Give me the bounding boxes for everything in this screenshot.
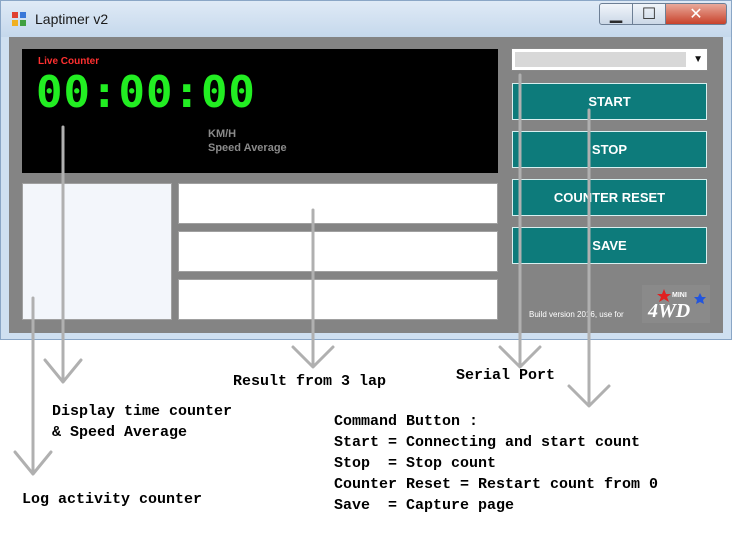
mini-4wd-logo: MINI 4WD <box>642 285 710 323</box>
close-button[interactable]: ✕ <box>665 3 727 25</box>
svg-text:MINI: MINI <box>672 292 687 299</box>
start-button[interactable]: START <box>512 83 707 120</box>
build-version-label: Build version 2016, use for <box>529 310 624 319</box>
window-title: Laptimer v2 <box>35 11 109 27</box>
stop-button[interactable]: STOP <box>512 131 707 168</box>
minimize-button[interactable]: ▁ <box>599 3 633 25</box>
close-icon: ✕ <box>689 4 703 23</box>
title-bar[interactable]: Laptimer v2 ▁ ☐ ✕ <box>1 1 731 37</box>
serial-port-value <box>515 52 686 67</box>
display-panel: Live Counter 00:00:00 KM/H Speed Average <box>22 49 498 173</box>
live-counter-label: Live Counter <box>38 56 100 67</box>
lap-result-2[interactable] <box>178 231 498 272</box>
speed-average-label: Speed Average <box>208 142 287 154</box>
lap-result-1[interactable] <box>178 183 498 224</box>
speed-unit-label: KM/H <box>208 128 237 140</box>
lap-result-3[interactable] <box>178 279 498 320</box>
annotation-display: Display time counter & Speed Average <box>52 403 233 441</box>
annotation-serial-port: Serial Port <box>456 367 556 384</box>
maximize-button[interactable]: ☐ <box>632 3 666 25</box>
save-button[interactable]: SAVE <box>512 227 707 264</box>
log-activity-box[interactable] <box>22 183 172 320</box>
app-icon <box>12 12 26 26</box>
counter-reset-button[interactable]: COUNTER RESET <box>512 179 707 216</box>
annotation-commands: Command Button : Start = Connecting and … <box>334 413 659 514</box>
annotation-result: Result from 3 lap <box>233 373 387 390</box>
chevron-down-icon[interactable]: ▼ <box>693 52 703 68</box>
minimize-icon: ▁ <box>609 4 623 23</box>
annotation-log: Log activity counter <box>22 491 203 508</box>
serial-port-select[interactable]: ▼ <box>511 48 708 71</box>
svg-text:4WD: 4WD <box>647 300 690 322</box>
time-counter: 00:00:00 <box>36 67 256 118</box>
maximize-icon: ☐ <box>641 4 657 23</box>
